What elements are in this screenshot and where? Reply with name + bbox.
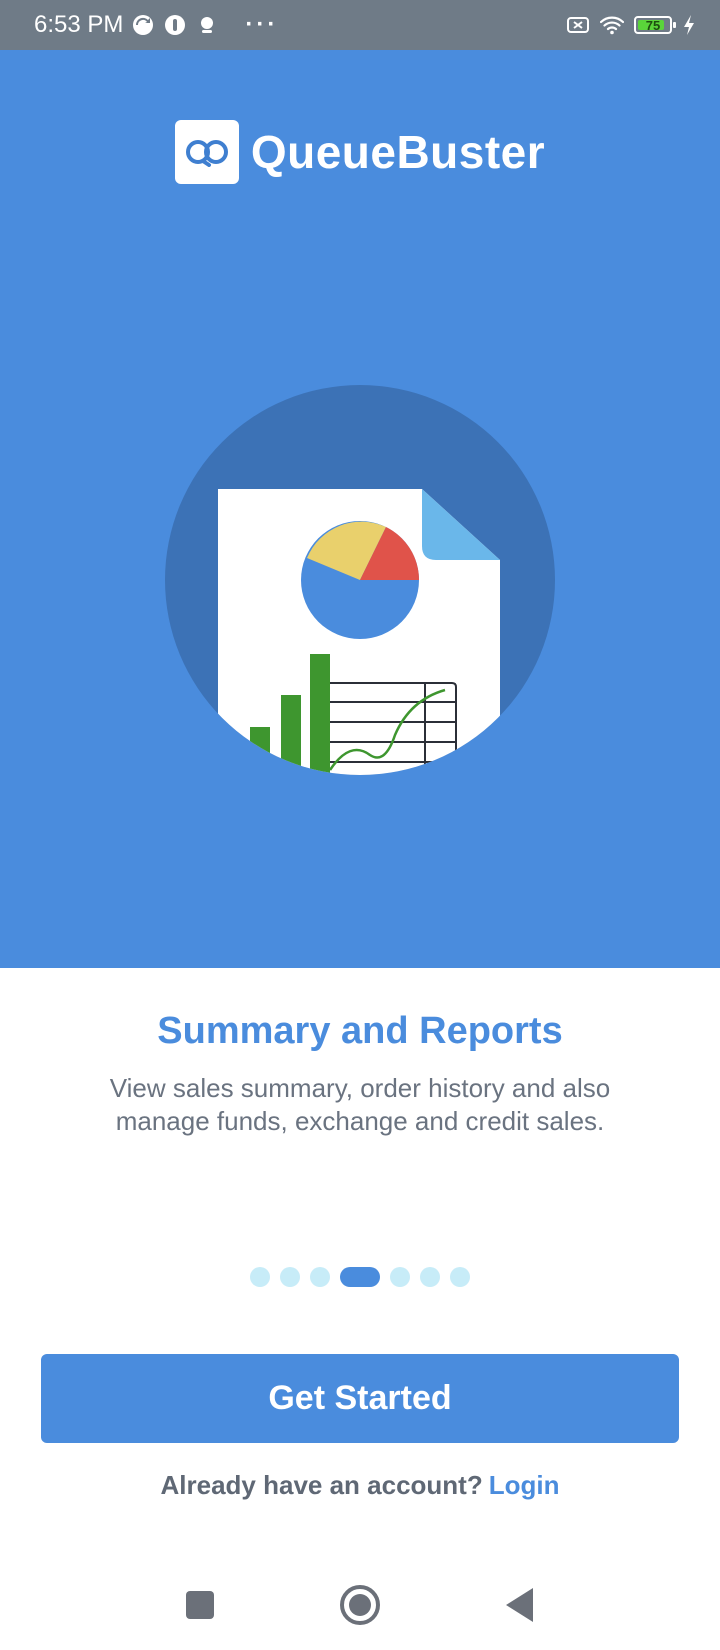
get-started-button[interactable]: Get Started [41, 1354, 679, 1443]
page-dot[interactable] [390, 1267, 410, 1287]
page-dot[interactable] [450, 1267, 470, 1287]
slide-description: View sales summary, order history and al… [109, 1073, 611, 1136]
status-time: 6:53 PM [34, 11, 124, 38]
report-document-icon [165, 385, 555, 775]
page-dot[interactable] [420, 1267, 440, 1287]
page-dot[interactable] [310, 1267, 330, 1287]
slide-title: Summary and Reports [157, 1010, 563, 1052]
page-dot-active[interactable] [340, 1267, 380, 1287]
login-row: Already have an account? Login [0, 1470, 720, 1501]
page-indicator [0, 1267, 720, 1287]
more-notifications-icon: ··· [245, 11, 279, 38]
battery-icon: 75 [634, 16, 676, 34]
brand-logo: QueueBuster [0, 120, 720, 184]
page-dot[interactable] [250, 1267, 270, 1287]
logo-mark-icon [174, 120, 239, 184]
wifi-icon [600, 16, 624, 35]
status-bar: 6:53 PM ··· 75 [0, 0, 720, 50]
app-icon [165, 15, 186, 35]
brand-name: QueueBuster [250, 126, 546, 178]
system-nav-bar [0, 1560, 720, 1650]
home-button[interactable] [335, 1580, 385, 1630]
back-icon [506, 1588, 533, 1622]
sync-icon [133, 15, 154, 35]
notification-icon [201, 17, 214, 33]
recents-icon [186, 1591, 214, 1619]
home-icon [340, 1585, 380, 1625]
login-link[interactable]: Login [489, 1470, 560, 1500]
charging-icon [684, 15, 694, 35]
onboarding-hero: QueueBuster [0, 50, 720, 968]
login-prompt: Already have an account? [160, 1470, 483, 1500]
page-dot[interactable] [280, 1267, 300, 1287]
recents-button[interactable] [175, 1580, 225, 1630]
no-sim-icon [567, 17, 589, 33]
battery-level: 75 [645, 17, 661, 33]
back-button[interactable] [495, 1580, 545, 1630]
